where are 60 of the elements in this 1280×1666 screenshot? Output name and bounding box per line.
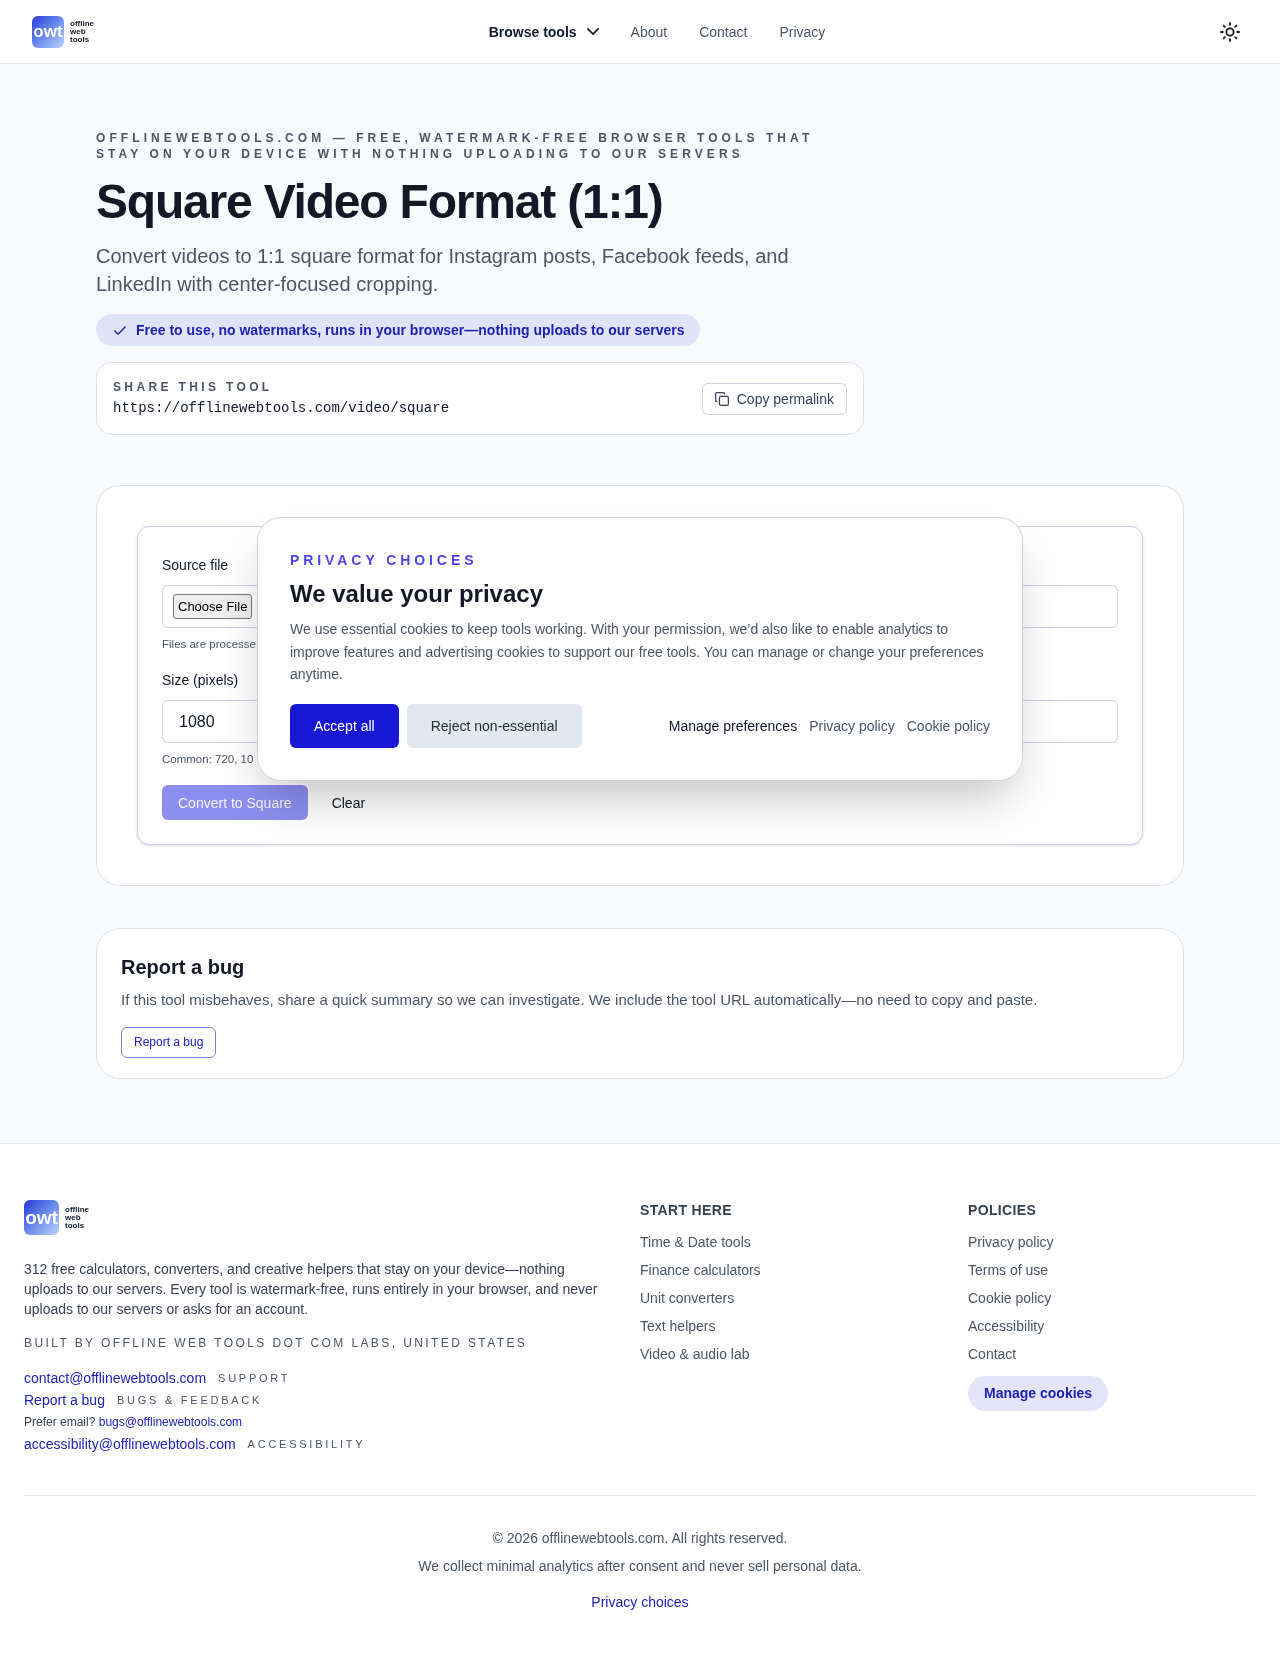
- nav-link[interactable]: Contact: [699, 21, 748, 42]
- clear-button[interactable]: Clear: [315, 785, 382, 820]
- eyebrow-text: OFFLINEWEBTOOLS.COM — FREE, WATERMARK-FREE BROWSER TOOLS THAT STAY ON YOUR DEVICE WITH NOTHING UPLOADING TO OUR SERVERS: [96, 130, 815, 162]
- copy-permalink-button[interactable]: Copy permalink: [701, 382, 847, 415]
- page-description: Convert videos to 1:1 square format for Instagram posts, Facebook feeds, and LinkedIn with center-focused cropping.: [96, 244, 790, 297]
- footer-link[interactable]: Unit converters: [640, 1288, 735, 1308]
- footer-link[interactable]: Text helpers: [640, 1316, 716, 1336]
- email-link[interactable]: bugs@offlinewebtools.com: [98, 1415, 243, 1429]
- footer-link[interactable]: Privacy policy: [968, 1232, 1054, 1252]
- footer-link[interactable]: Video & audio lab: [640, 1344, 750, 1364]
- check-icon: [114, 325, 126, 335]
- email-link[interactable]: contact@offlinewebtools.com: [24, 1368, 207, 1388]
- privacy-choices-link[interactable]: Privacy choices: [591, 1592, 689, 1612]
- contact-tag: SUPPORT: [218, 1369, 291, 1387]
- email-link[interactable]: accessibility@offlinewebtools.com: [24, 1434, 236, 1454]
- sun-icon: [1220, 21, 1240, 42]
- page-title: Square Video Format (1:1): [96, 178, 664, 226]
- dialog-title: We value your privacy: [290, 579, 544, 609]
- permalink-url: https://offlinewebtools.com/video/square: [113, 399, 450, 418]
- footer-link[interactable]: Contact: [968, 1344, 1017, 1364]
- footer-link[interactable]: Time & Date tools: [640, 1232, 751, 1252]
- chevron-down-icon: [586, 28, 599, 35]
- manage-preferences-link[interactable]: Manage preferences: [668, 715, 798, 736]
- footer-link[interactable]: Cookie policy: [968, 1288, 1052, 1308]
- choose-file-button[interactable]: Choose File: [173, 594, 253, 619]
- built-by-text: BUILT BY OFFLINE WEB TOOLS DOT COM LABS, UNITED STATES: [24, 1335, 529, 1351]
- report-title: Report a bug: [121, 955, 246, 980]
- logo-wordmark: offline web tools: [65, 1205, 89, 1230]
- policy-link[interactable]: Cookie policy: [906, 715, 990, 736]
- policy-link[interactable]: Privacy policy: [809, 715, 895, 736]
- footer-link[interactable]: Terms of use: [968, 1260, 1049, 1280]
- contact-tag: ACCESSIBILITY: [247, 1435, 366, 1453]
- logo-wordmark: offline web tools: [70, 19, 94, 44]
- field-hint: Files are processe: [162, 637, 256, 652]
- report-bug-link[interactable]: Report a bug: [24, 1390, 105, 1410]
- manage-cookies-button[interactable]: Manage cookies: [968, 1376, 1109, 1411]
- reject-button[interactable]: Reject non-essential: [406, 703, 582, 748]
- analytics-note: We collect minimal analytics after consent and never sell personal data.: [418, 1557, 862, 1576]
- report-bug-button[interactable]: Report a bug: [121, 1027, 217, 1058]
- nav-link[interactable]: Privacy: [779, 21, 826, 42]
- nav-link[interactable]: About: [630, 21, 668, 42]
- contact-tag: BUGS & FEEDBACK: [116, 1391, 263, 1409]
- field-label: Source file: [162, 556, 229, 575]
- copyright-text: © 2026 offlinewebtools.com. All rights reserved.: [492, 1529, 788, 1548]
- dialog-text: We use essential cookies to keep tools working. With your permission, we’d also like to enable analytics to improve features and advertising cookies to support our free tools. You can manage or change your preferences anytime.: [290, 620, 985, 684]
- footer-link[interactable]: Accessibility: [968, 1316, 1045, 1336]
- share-label: SHARE THIS TOOL: [113, 379, 273, 395]
- field-hint: Common: 720, 10: [162, 752, 254, 767]
- browse-tools-menu[interactable]: Browse tools: [488, 21, 599, 42]
- footer-about: 312 free calculators, converters, and creative helpers that stay on your device—nothing uploads to our servers. Every tool is watermark-free, runs entirely in your browser, and never uploads to our servers or asks for an account.: [24, 1260, 599, 1319]
- badge-text: Free to use, no watermarks, runs in your browser—nothing uploads to our servers: [136, 321, 685, 340]
- report-description: If this tool misbehaves, share a quick summary so we can investigate. We include the tool URL automatically—no need to copy and paste.: [121, 990, 1039, 1010]
- footer-heading: START HERE: [640, 1201, 732, 1220]
- email-note: Prefer email? bugs@offlinewebtools.com: [24, 1414, 243, 1430]
- accept-all-button[interactable]: Accept all: [290, 703, 399, 748]
- field-label: Size (pixels): [162, 671, 239, 690]
- footer-link[interactable]: Finance calculators: [640, 1260, 761, 1280]
- copy-icon: [714, 391, 729, 406]
- dialog-eyebrow: PRIVACY CHOICES: [290, 551, 479, 570]
- footer-heading: POLICIES: [968, 1201, 1037, 1220]
